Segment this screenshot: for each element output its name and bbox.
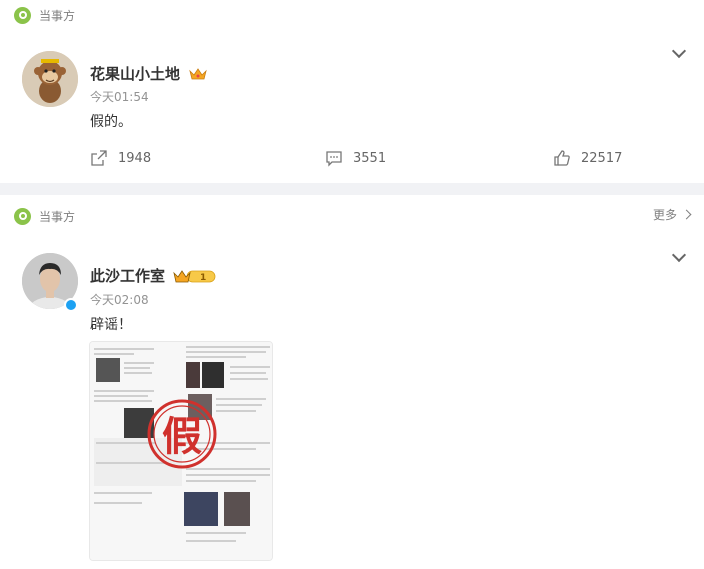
member-badge[interactable]: 1 (173, 268, 217, 284)
badge-level: 1 (200, 273, 206, 283)
comment-icon (326, 151, 342, 167)
post-text: 辟谣！ (90, 317, 132, 333)
topic-icon (14, 207, 31, 225)
thumbs-up-icon (554, 150, 570, 166)
more-link[interactable]: 更多 (652, 206, 692, 223)
fake-stamp-text: 假 (162, 414, 202, 460)
topic-icon (14, 6, 31, 24)
post-card: 当事方 更多 此沙工作室 1 今天02:08 辟谣！ 假 (0, 195, 704, 569)
comment-count: 3551 (353, 150, 387, 166)
author-row: 花果山小土地 (90, 63, 208, 84)
share-icon (91, 150, 107, 166)
like-button[interactable]: 22517 (553, 149, 622, 167)
comment-button[interactable]: 3551 (325, 149, 386, 167)
author-row: 此沙工作室 1 (90, 265, 217, 286)
author-name[interactable]: 此沙工作室 (90, 265, 165, 286)
chevron-right-icon (681, 209, 692, 220)
post-time[interactable]: 今天02:08 (90, 291, 149, 308)
more-label: 更多 (652, 208, 677, 222)
crown-badge-icon: 1 (173, 269, 216, 283)
avatar[interactable] (22, 51, 78, 107)
verified-icon (64, 298, 78, 312)
post-card: 当事方 花果山小土地 今天01:54 假的。 1948 3551 22517 (0, 0, 704, 183)
share-button[interactable]: 1948 (90, 149, 151, 167)
post-text: 假的。 (90, 114, 132, 130)
chevron-down-icon[interactable] (672, 46, 684, 58)
topic-label: 当事方 (39, 209, 76, 224)
topic-label: 当事方 (39, 8, 76, 23)
author-name[interactable]: 花果山小土地 (90, 63, 180, 84)
chevron-down-icon[interactable] (672, 250, 684, 262)
post-image[interactable]: 假 (89, 341, 273, 561)
share-count: 1948 (118, 150, 152, 166)
action-bar: 1948 3551 22517 (0, 149, 704, 171)
crown-badge-icon[interactable] (188, 67, 208, 81)
topic-row[interactable]: 当事方 (14, 206, 75, 226)
post-time[interactable]: 今天01:54 (90, 88, 149, 105)
topic-row[interactable]: 当事方 (14, 5, 75, 25)
like-count: 22517 (581, 150, 623, 166)
